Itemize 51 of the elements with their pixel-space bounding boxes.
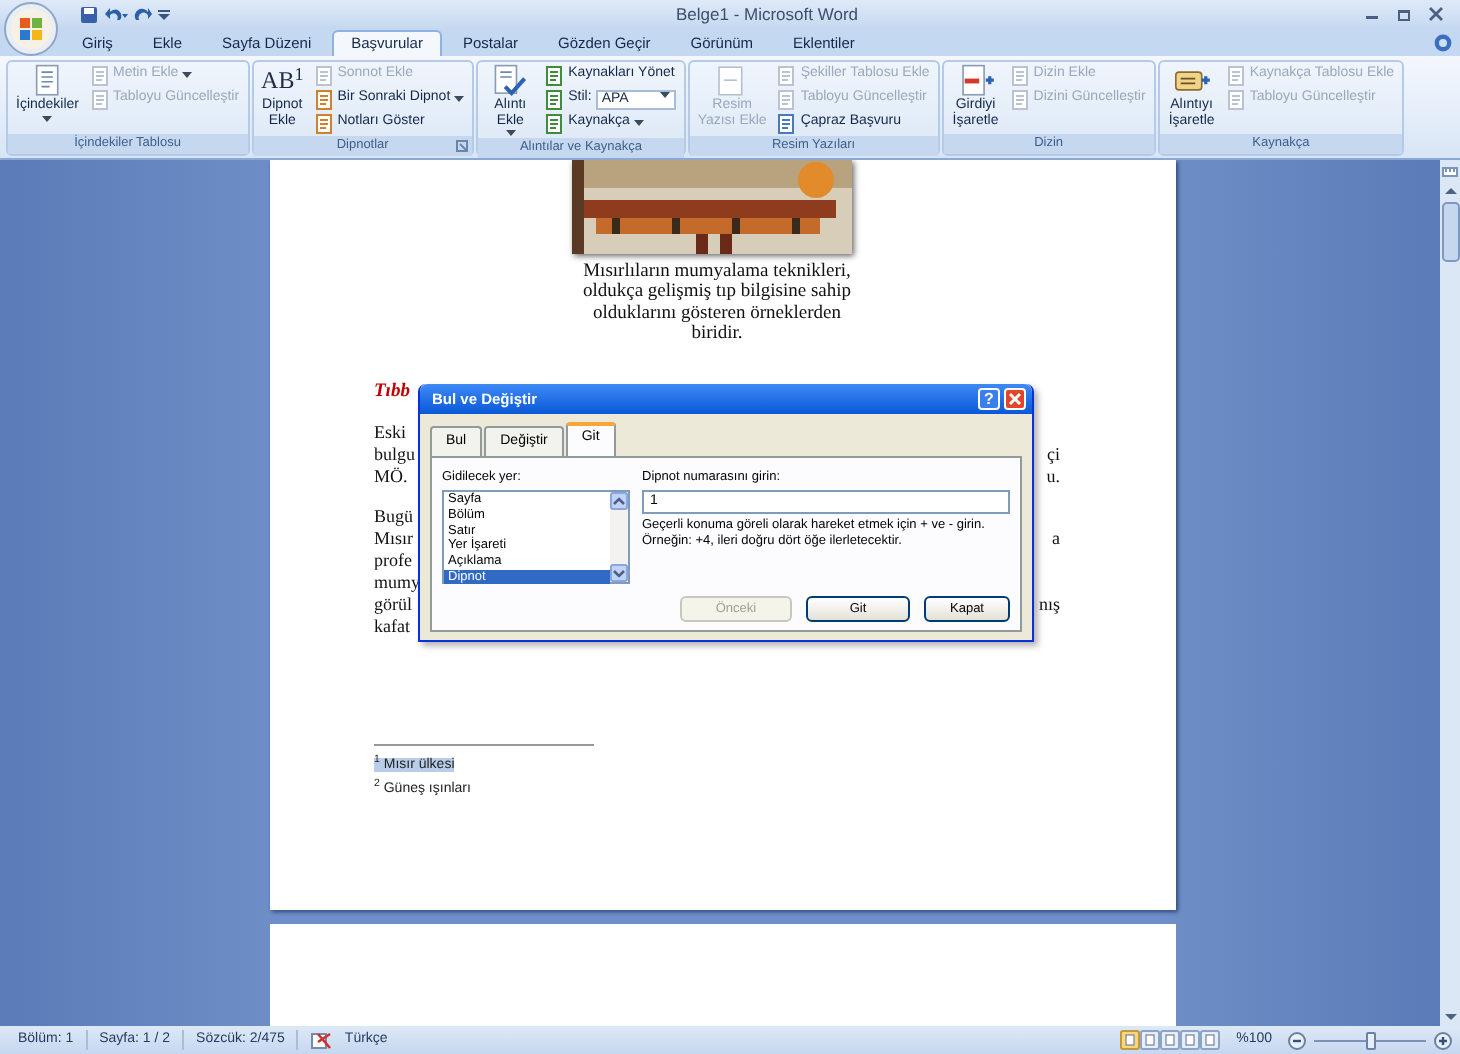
- document-icon: [1225, 65, 1246, 85]
- paragraph-text: profe: [374, 550, 412, 573]
- proofing-icon[interactable]: [310, 1031, 333, 1049]
- paragraph-text: kafat: [374, 616, 410, 639]
- dialog-launcher-icon[interactable]: [456, 140, 469, 152]
- paragraph-text: Bugü: [374, 506, 414, 529]
- caption-text: Mısırlıların mumyalama teknikleri, oldukça gelişmiş tıp bilgisine sahip olduklarını gösteren örneklerden biridir.: [582, 262, 852, 345]
- close-icon: [1008, 392, 1022, 406]
- paragraph-text: Mısır: [374, 528, 414, 551]
- ruler-icon[interactable]: [1442, 164, 1458, 180]
- document-icon: [776, 113, 797, 133]
- paragraph-text: MÖ.: [374, 466, 408, 489]
- heading-text: Tıbb: [374, 382, 410, 405]
- close-icon[interactable]: [1428, 6, 1444, 22]
- paragraph-text: u.: [1046, 466, 1060, 489]
- close-button[interactable]: [1004, 388, 1026, 410]
- document-icon: [89, 65, 110, 85]
- window-title: Belge1 - Microsoft Word: [673, 1, 860, 27]
- maximize-icon[interactable]: [1396, 6, 1412, 22]
- caret-icon: [454, 96, 465, 102]
- paragraph-text: Eski: [374, 422, 407, 445]
- paragraph-text: a: [1052, 528, 1060, 551]
- customize-icon[interactable]: [158, 6, 170, 22]
- caret-icon: [659, 91, 670, 97]
- zoom-in-icon[interactable]: [1434, 1031, 1452, 1049]
- help-icon[interactable]: [1434, 34, 1452, 52]
- document-icon: [89, 89, 110, 109]
- view-icon[interactable]: [1120, 1030, 1141, 1050]
- undo-icon[interactable]: [104, 5, 128, 23]
- document-icon: [776, 65, 797, 85]
- caret-icon: [633, 120, 644, 126]
- document-icon: [313, 65, 334, 85]
- zoom-slider-thumb[interactable]: [1366, 1031, 1376, 1049]
- paragraph-text: nış: [1038, 594, 1060, 617]
- help-button[interactable]: ?: [978, 388, 1000, 410]
- document-icon: [776, 89, 797, 109]
- redo-icon[interactable]: [134, 5, 152, 23]
- caret-icon: [182, 72, 193, 78]
- paragraph-text: bulgu: [374, 444, 416, 467]
- document-icon: [1225, 89, 1246, 109]
- save-icon[interactable]: [80, 5, 98, 23]
- caret-icon: [42, 115, 53, 121]
- paragraph-text: çi: [1047, 444, 1060, 467]
- document-icon: [1009, 89, 1030, 109]
- document-icon: [1009, 65, 1030, 85]
- paragraph-text: mumy: [374, 572, 421, 595]
- paragraph-text: görül: [374, 594, 412, 617]
- zoom-out-icon[interactable]: [1288, 1031, 1306, 1049]
- scroll-down-icon[interactable]: [610, 564, 628, 583]
- scroll-thumb[interactable]: [1441, 202, 1459, 262]
- scroll-up-icon[interactable]: [610, 492, 628, 511]
